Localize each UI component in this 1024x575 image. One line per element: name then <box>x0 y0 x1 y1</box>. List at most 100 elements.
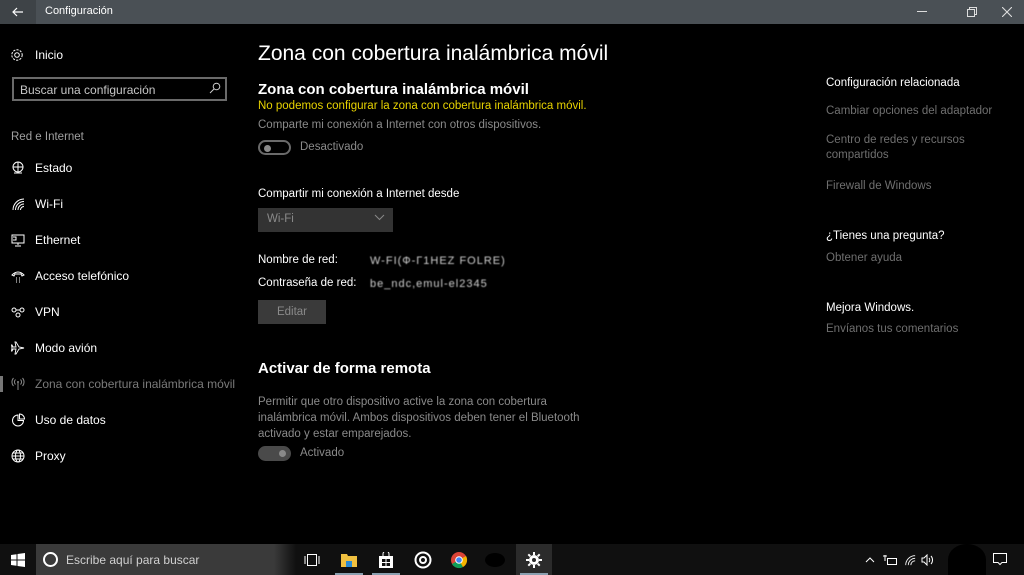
gear-icon <box>11 49 23 61</box>
back-button[interactable] <box>0 0 36 24</box>
hotspot-section-title: Zona con cobertura inalámbrica móvil <box>258 81 529 98</box>
section-header: Red e Internet <box>11 131 84 143</box>
share-from-value: Wi-Fi <box>267 213 294 225</box>
link-firewall[interactable]: Firewall de Windows <box>826 179 1006 194</box>
microphone-icon[interactable] <box>274 544 296 575</box>
sidebar-item-vpn[interactable]: VPN <box>0 300 240 324</box>
hotspot-icon <box>10 376 26 392</box>
back-arrow-icon <box>12 7 23 17</box>
remote-toggle-label: Activado <box>300 447 345 459</box>
link-adapter-options[interactable]: Cambiar opciones del adaptador <box>826 104 1006 119</box>
restore-icon <box>967 7 977 17</box>
sidebar-item-label: Ethernet <box>35 233 81 247</box>
sidebar-item-label: Uso de datos <box>35 413 106 427</box>
sidebar-item-zona-cobertura[interactable]: Zona con cobertura inalámbrica móvil <box>0 372 240 396</box>
sidebar-item-label: Modo avión <box>35 341 98 355</box>
settings-search-input[interactable] <box>20 81 200 98</box>
network-password-label: Contraseña de red: <box>258 277 357 289</box>
redacted-app-button[interactable] <box>477 544 513 575</box>
store-button[interactable] <box>368 544 404 575</box>
share-from-label: Compartir mi conexión a Internet desde <box>258 188 460 200</box>
hotspot-toggle[interactable] <box>258 140 291 155</box>
share-from-dropdown[interactable]: Wi-Fi <box>258 208 393 232</box>
remote-section-title: Activar de forma remota <box>258 360 431 377</box>
network-name-label: Nombre de red: <box>258 254 338 266</box>
store-bag-icon <box>379 551 393 568</box>
groove-music-icon <box>414 551 432 568</box>
settings-taskbar-button[interactable] <box>516 544 552 575</box>
globe-icon <box>10 448 26 464</box>
remote-toggle[interactable] <box>258 446 291 461</box>
related-header: Configuración relacionada <box>826 77 960 89</box>
chevron-down-icon <box>374 214 385 221</box>
link-get-help[interactable]: Obtener ayuda <box>826 251 1006 266</box>
folder-icon <box>341 553 357 567</box>
main-content: Zona con cobertura inalámbrica móvil Zon… <box>258 24 818 544</box>
ethernet-icon <box>10 232 26 248</box>
volume-icon <box>921 553 933 566</box>
page-title: Zona con cobertura inalámbrica móvil <box>258 42 609 65</box>
network-device-tray[interactable] <box>880 544 900 575</box>
window-title: Configuración <box>45 5 113 17</box>
chrome-icon <box>451 551 468 568</box>
edit-button[interactable]: Editar <box>258 300 326 324</box>
sidebar-item-label: Zona con cobertura inalámbrica móvil <box>35 377 236 391</box>
data-usage-icon <box>10 412 26 428</box>
question-header: ¿Tienes una pregunta? <box>826 230 945 242</box>
title-bar: Configuración <box>0 0 1024 24</box>
clock-redacted[interactable] <box>948 544 986 575</box>
wifi-tray[interactable] <box>900 544 920 575</box>
nav-home-label: Inicio <box>35 48 64 62</box>
cortana-icon <box>43 552 58 567</box>
sidebar-item-label: VPN <box>35 305 60 319</box>
feedback-header: Mejora Windows. <box>826 302 915 314</box>
dialup-phone-icon <box>10 268 26 284</box>
search-icon[interactable] <box>209 82 221 94</box>
start-button[interactable] <box>0 544 36 575</box>
toggle-knob <box>279 450 286 457</box>
restore-button[interactable] <box>955 0 989 24</box>
file-explorer-button[interactable] <box>331 544 367 575</box>
sidebar-item-estado[interactable]: Estado <box>0 156 240 180</box>
sidebar-item-modo-avion[interactable]: Modo avión <box>0 336 240 360</box>
sidebar-item-acceso-telefonico[interactable]: Acceso telefónico <box>0 264 240 288</box>
sidebar-item-uso-datos[interactable]: Uso de datos <box>0 408 240 432</box>
action-center-button[interactable] <box>988 544 1012 575</box>
minimize-icon <box>917 11 927 12</box>
sidebar-item-label: Proxy <box>35 449 66 463</box>
settings-search[interactable] <box>12 77 227 101</box>
chrome-button[interactable] <box>441 544 477 575</box>
volume-tray[interactable] <box>918 544 938 575</box>
close-icon <box>1002 7 1012 17</box>
toggle-knob <box>264 144 271 152</box>
taskbar: Escribe aquí para buscar <box>0 544 1024 575</box>
action-center-icon <box>993 553 1007 566</box>
globe-status-icon <box>10 160 26 176</box>
hotspot-toggle-label: Desactivado <box>300 141 364 153</box>
sidebar-item-proxy[interactable]: Proxy <box>0 444 240 468</box>
show-hidden-icons-button[interactable] <box>860 544 880 575</box>
sidebar-item-label: Wi-Fi <box>35 197 63 211</box>
link-feedback[interactable]: Envíanos tus comentarios <box>826 322 1006 337</box>
sidebar-item-wifi[interactable]: Wi-Fi <box>0 192 240 216</box>
sidebar-item-label: Acceso telefónico <box>35 269 130 283</box>
vpn-icon <box>10 304 26 320</box>
groove-button[interactable] <box>405 544 441 575</box>
chevron-up-icon <box>865 556 875 562</box>
network-password-value: be_ndc,emul-el2345 <box>370 278 488 290</box>
link-network-center[interactable]: Centro de redes y recursos compartidos <box>826 133 976 163</box>
taskbar-search-placeholder: Escribe aquí para buscar <box>66 553 200 567</box>
airplane-icon <box>10 340 26 356</box>
task-view-button[interactable] <box>294 544 330 575</box>
hotspot-warning: No podemos configurar la zona con cobert… <box>258 100 587 112</box>
sidebar-item-ethernet[interactable]: Ethernet <box>0 228 240 252</box>
settings-gear-icon <box>526 551 542 568</box>
wifi-tray-icon <box>905 554 916 565</box>
sidebar-item-label: Estado <box>35 161 73 175</box>
taskbar-search[interactable]: Escribe aquí para buscar <box>36 544 274 575</box>
close-button[interactable] <box>990 0 1024 24</box>
windows-logo-icon <box>11 552 25 567</box>
minimize-button[interactable] <box>905 0 939 24</box>
nav-home[interactable]: Inicio <box>10 46 63 64</box>
task-view-icon <box>304 553 320 566</box>
